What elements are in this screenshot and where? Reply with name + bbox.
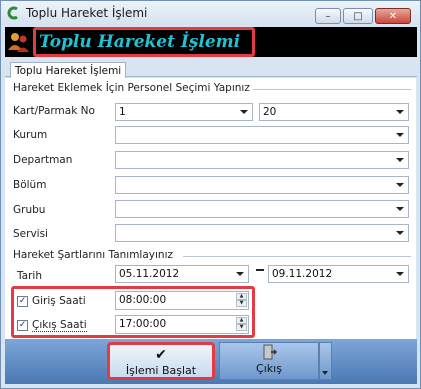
cikis-time-input[interactable]: 17:00:00 ▲ ▼ <box>115 315 249 334</box>
giris-time-value: 08:00:00 <box>119 294 167 306</box>
tarih-from-select[interactable]: 05.11.2012 <box>115 265 249 283</box>
tarih-from-value: 05.11.2012 <box>119 268 180 280</box>
kart-label: Kart/Parmak No <box>13 105 95 117</box>
bolum-label: Bölüm <box>13 179 47 191</box>
spin-up-icon[interactable]: ▲ <box>236 317 247 324</box>
start-process-button[interactable]: ✔ İşlemi Başlat <box>107 342 215 380</box>
tarih-label: Tarih <box>17 270 42 282</box>
departman-label: Departman <box>13 154 73 166</box>
tarih-to-select[interactable]: 09.11.2012 <box>268 265 409 283</box>
giris-time-input[interactable]: 08:00:00 ▲ ▼ <box>115 291 249 310</box>
app-icon <box>7 6 18 20</box>
close-button[interactable]: ✕ <box>375 8 411 24</box>
window-title: Toplu Hareket İşlemi <box>26 6 148 20</box>
chevron-down-icon <box>322 371 328 375</box>
exit-label: Çıkış <box>256 362 282 375</box>
minimize-icon: – <box>325 10 331 22</box>
cikis-checkbox[interactable]: ✓ <box>17 320 28 331</box>
exit-door-icon <box>220 344 318 362</box>
grubu-label: Grubu <box>13 204 46 216</box>
chevron-down-icon <box>396 272 404 276</box>
servisi-select[interactable] <box>115 224 409 242</box>
chevron-down-icon <box>396 231 404 235</box>
chevron-down-icon <box>396 207 404 211</box>
minimize-button[interactable]: – <box>315 8 341 24</box>
kart-to-select[interactable]: 20 <box>259 103 409 121</box>
kurum-select[interactable] <box>115 126 409 144</box>
spin-down-icon[interactable]: ▼ <box>236 300 247 307</box>
bolum-select[interactable] <box>115 176 409 194</box>
departman-select[interactable] <box>115 151 409 169</box>
header-title: Toplu Hareket İşlemi <box>33 27 255 57</box>
kart-from-select[interactable]: 1 <box>115 103 253 121</box>
tarih-to-value: 09.11.2012 <box>272 268 333 280</box>
cikis-time-value: 17:00:00 <box>119 318 167 330</box>
group-divider <box>253 89 411 90</box>
chevron-down-icon <box>236 272 244 276</box>
personnel-group-title: Hareket Eklemek İçin Personel Seçimi Yap… <box>13 82 250 94</box>
group-divider <box>183 256 411 257</box>
chevron-down-icon <box>396 110 404 114</box>
servisi-label: Servisi <box>13 228 48 240</box>
start-process-label: İşlemi Başlat <box>125 364 197 377</box>
users-icon <box>8 33 29 52</box>
range-dash <box>256 269 264 271</box>
maximize-icon: □ <box>353 10 363 22</box>
grubu-select[interactable] <box>115 200 409 218</box>
checkmark-icon: ✓ <box>18 296 27 306</box>
toolbar-menu-button[interactable] <box>319 342 332 380</box>
exit-button[interactable]: Çıkış <box>219 342 319 380</box>
cikis-label: Çıkış Saati <box>32 319 87 332</box>
cikis-spinner[interactable]: ▲ ▼ <box>236 317 247 332</box>
dialog-window: Toplu Hareket İşlemi – □ ✕ Toplu Hareket… <box>0 0 421 389</box>
kart-to-value: 20 <box>263 106 277 118</box>
chevron-down-icon <box>396 183 404 187</box>
checkmark-icon: ✓ <box>18 320 27 330</box>
chevron-down-icon <box>396 133 404 137</box>
title-bar: Toplu Hareket İşlemi – □ ✕ <box>1 1 420 25</box>
chevron-down-icon <box>240 110 248 114</box>
giris-label: Giriş Saati <box>32 295 86 307</box>
kurum-label: Kurum <box>13 129 48 141</box>
checkmark-icon: ✔ <box>155 347 167 363</box>
giris-checkbox[interactable]: ✓ <box>17 296 28 307</box>
giris-spinner[interactable]: ▲ ▼ <box>236 293 247 308</box>
spin-up-icon[interactable]: ▲ <box>236 293 247 300</box>
spin-down-icon[interactable]: ▼ <box>236 324 247 331</box>
kart-from-value: 1 <box>119 106 126 118</box>
chevron-down-icon <box>396 158 404 162</box>
conditions-group-title: Hareket Şartlarını Tanımlayınız <box>13 249 174 261</box>
maximize-button[interactable]: □ <box>343 8 373 24</box>
close-icon: ✕ <box>388 10 398 22</box>
